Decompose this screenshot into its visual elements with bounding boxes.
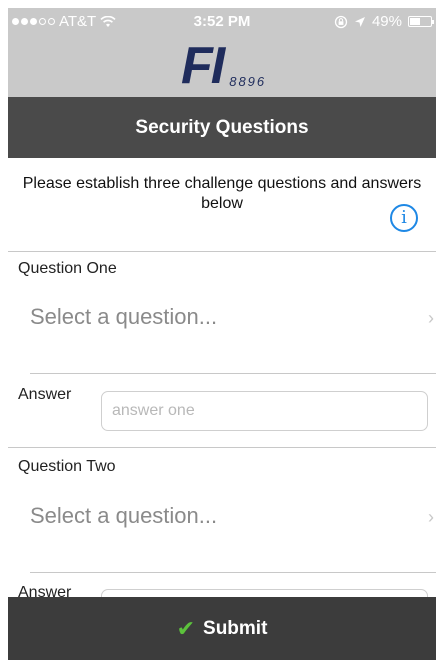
battery-percent: 49%	[371, 13, 402, 30]
divider	[30, 572, 436, 573]
battery-icon	[408, 16, 434, 27]
answer-one-input[interactable]	[101, 391, 428, 431]
intro-text: Please establish three challenge questio…	[22, 175, 422, 212]
status-right: 49%	[334, 13, 434, 30]
submit-button[interactable]: ✔ Submit	[8, 597, 436, 660]
brand-logo: FI 8896	[181, 38, 266, 94]
question-one-select[interactable]: Select a question... ›	[30, 304, 434, 330]
chevron-right-icon: ›	[428, 308, 434, 328]
info-icon[interactable]: i	[390, 204, 418, 232]
lock-rotation-icon	[334, 15, 348, 28]
checkmark-icon: ✔	[176, 615, 196, 641]
chevron-right-icon: ›	[428, 507, 434, 527]
security-form: Please establish three challenge questio…	[8, 158, 436, 597]
question-one-select-placeholder: Select a question...	[30, 304, 218, 329]
logo-header: FI 8896	[8, 36, 436, 97]
status-bar: AT&T 3:52 PM 49%	[8, 8, 436, 36]
divider	[30, 373, 436, 374]
location-arrow-icon	[354, 16, 365, 27]
divider	[8, 251, 436, 252]
answer-one-label: Answer	[18, 386, 72, 403]
brand-logo-number: 8896	[229, 74, 267, 89]
page-title-bar: Security Questions	[8, 97, 436, 158]
question-one-label: Question One	[18, 260, 117, 277]
page-title: Security Questions	[135, 116, 309, 138]
question-two-label: Question Two	[18, 458, 116, 475]
submit-label: Submit	[203, 617, 268, 639]
answer-two-label: Answer	[18, 584, 72, 597]
question-two-select[interactable]: Select a question... ›	[30, 503, 434, 529]
divider	[8, 447, 436, 448]
app-screen: AT&T 3:52 PM 49% FI 8896 Security Questi…	[8, 8, 436, 660]
answer-two-input[interactable]	[101, 589, 428, 597]
question-two-select-placeholder: Select a question...	[30, 503, 218, 528]
brand-logo-letters: FI	[181, 37, 225, 95]
